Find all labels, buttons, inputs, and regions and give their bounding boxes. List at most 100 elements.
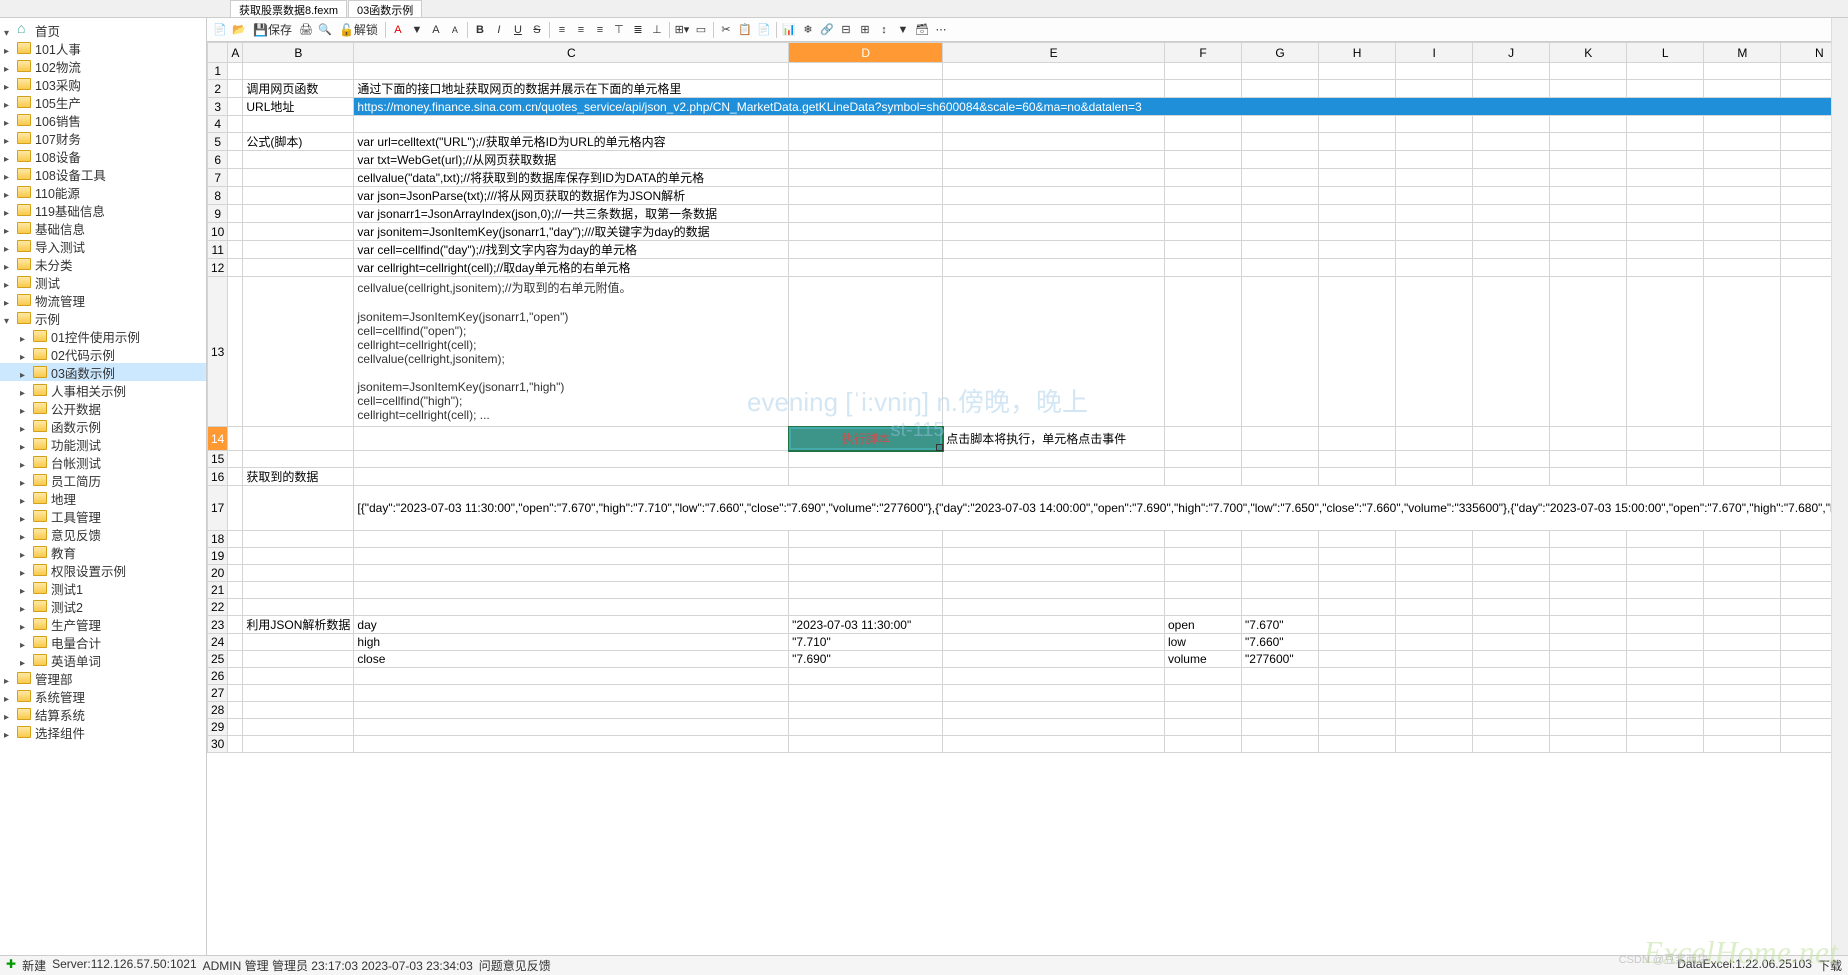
cell[interactable] <box>1704 451 1781 468</box>
cell[interactable] <box>943 451 1165 468</box>
cell[interactable] <box>1319 468 1396 486</box>
col-header[interactable]: A <box>228 43 243 63</box>
row-header[interactable]: 30 <box>208 736 228 753</box>
cell[interactable] <box>1164 702 1241 719</box>
cell[interactable] <box>1550 277 1627 427</box>
tree-item[interactable]: 台帐测试 <box>0 453 206 471</box>
font-size-dec-icon[interactable]: A <box>446 21 464 39</box>
cell[interactable] <box>1627 531 1704 548</box>
fill-color-icon[interactable]: ▼ <box>408 21 426 39</box>
cell[interactable] <box>1242 451 1319 468</box>
cell[interactable] <box>1550 116 1627 133</box>
cell[interactable] <box>228 565 243 582</box>
vertical-scrollbar[interactable] <box>1831 18 1848 955</box>
tab-current[interactable]: 03函数示例 <box>348 0 422 17</box>
cell[interactable] <box>1396 205 1473 223</box>
cell[interactable] <box>1550 565 1627 582</box>
cell[interactable] <box>1627 548 1704 565</box>
db-icon[interactable]: 🗃 <box>913 21 931 39</box>
cell[interactable] <box>943 616 1165 634</box>
row-header[interactable]: 15 <box>208 451 228 468</box>
cell[interactable] <box>228 205 243 223</box>
underline-icon[interactable]: U <box>509 21 527 39</box>
cell[interactable] <box>943 719 1165 736</box>
tab-file[interactable]: 获取股票数据8.fexm <box>230 0 347 17</box>
col-header[interactable]: J <box>1473 43 1550 63</box>
cell[interactable] <box>243 187 354 205</box>
row-header[interactable]: 21 <box>208 582 228 599</box>
col-header[interactable]: B <box>243 43 354 63</box>
cell[interactable] <box>1627 116 1704 133</box>
cell[interactable]: 利用JSON解析数据 <box>243 616 354 634</box>
cell[interactable] <box>789 205 943 223</box>
tree-item[interactable]: 功能测试 <box>0 435 206 453</box>
status-feedback[interactable]: 问题意见反馈 <box>479 957 551 974</box>
row-header[interactable]: 18 <box>208 531 228 548</box>
align-bot-icon[interactable]: ⊥ <box>648 21 666 39</box>
row-header[interactable]: 3 <box>208 98 228 116</box>
cell[interactable] <box>1473 634 1550 651</box>
cell[interactable] <box>1627 468 1704 486</box>
cell[interactable] <box>1627 736 1704 753</box>
chart-icon[interactable]: 📊 <box>780 21 798 39</box>
status-new[interactable]: 新建 <box>22 957 46 974</box>
cell[interactable] <box>1396 616 1473 634</box>
cell[interactable] <box>1550 548 1627 565</box>
cell[interactable] <box>1473 582 1550 599</box>
row-header[interactable]: 28 <box>208 702 228 719</box>
cell[interactable]: https://money.finance.sina.com.cn/quotes… <box>354 98 1848 116</box>
cell[interactable] <box>943 116 1165 133</box>
cell[interactable] <box>243 277 354 427</box>
cell[interactable] <box>1473 651 1550 668</box>
freeze-icon[interactable]: ❄ <box>799 21 817 39</box>
cell[interactable] <box>228 277 243 427</box>
bold-icon[interactable]: B <box>471 21 489 39</box>
cell[interactable] <box>1473 427 1550 451</box>
cell[interactable] <box>1627 651 1704 668</box>
cell[interactable]: "7.660" <box>1242 634 1319 651</box>
cell[interactable] <box>943 685 1165 702</box>
cell[interactable] <box>1627 63 1704 80</box>
cell[interactable] <box>1164 223 1241 241</box>
cell[interactable] <box>943 736 1165 753</box>
cell[interactable] <box>1550 599 1627 616</box>
cell[interactable] <box>1396 151 1473 169</box>
cell[interactable] <box>943 634 1165 651</box>
cell[interactable] <box>1627 668 1704 685</box>
cell[interactable] <box>1704 133 1781 151</box>
cell[interactable] <box>1242 259 1319 277</box>
cell[interactable] <box>1396 116 1473 133</box>
tree-item[interactable]: 110能源 <box>0 183 206 201</box>
cell[interactable] <box>228 651 243 668</box>
cell[interactable] <box>1627 702 1704 719</box>
cell[interactable] <box>943 565 1165 582</box>
cell[interactable] <box>1396 548 1473 565</box>
cell[interactable] <box>1319 427 1396 451</box>
cell[interactable] <box>1704 277 1781 427</box>
cell[interactable] <box>1396 277 1473 427</box>
cell[interactable] <box>228 599 243 616</box>
ungroup-icon[interactable]: ⊞ <box>856 21 874 39</box>
row-header[interactable]: 27 <box>208 685 228 702</box>
cell[interactable] <box>1473 668 1550 685</box>
row-header[interactable]: 14 <box>208 427 228 451</box>
cell[interactable]: [{"day":"2023-07-03 11:30:00","open":"7.… <box>354 486 1848 531</box>
cell[interactable] <box>789 719 943 736</box>
cell[interactable] <box>1473 205 1550 223</box>
tree-item[interactable]: 人事相关示例 <box>0 381 206 399</box>
cell[interactable] <box>789 63 943 80</box>
tree-item[interactable]: 108设备工具 <box>0 165 206 183</box>
tree-item[interactable]: 生产管理 <box>0 615 206 633</box>
cell[interactable] <box>1473 468 1550 486</box>
cell[interactable]: high <box>354 634 789 651</box>
tree-item[interactable]: 02代码示例 <box>0 345 206 363</box>
cell[interactable] <box>1627 565 1704 582</box>
cell[interactable] <box>1550 736 1627 753</box>
cell[interactable]: 调用网页函数 <box>243 80 354 98</box>
cell[interactable]: var cellright=cellright(cell);//取day单元格的… <box>354 259 789 277</box>
cell[interactable] <box>228 98 243 116</box>
row-header[interactable]: 26 <box>208 668 228 685</box>
cell[interactable] <box>1550 582 1627 599</box>
cell[interactable] <box>789 702 943 719</box>
tree-item[interactable]: 107财务 <box>0 129 206 147</box>
